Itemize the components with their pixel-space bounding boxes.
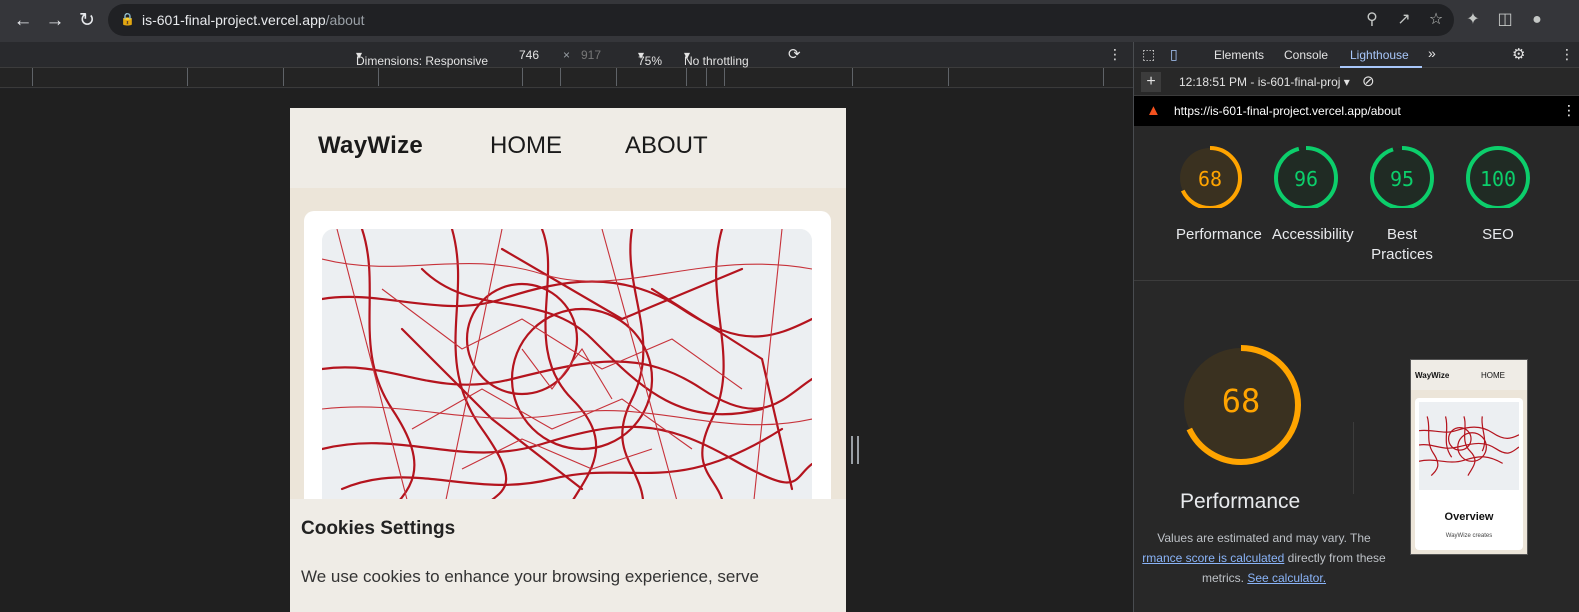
report-url-bar: ▲ https://is-601-final-project.vercel.ap… xyxy=(1134,96,1579,126)
throttling-label: No throttling xyxy=(684,54,749,68)
height-input[interactable]: 917 xyxy=(581,48,601,62)
desc-line-1: Values are estimated and may vary. The xyxy=(1157,531,1371,545)
clear-icon[interactable]: ⊘ xyxy=(1362,72,1375,90)
devtools-tabbar: ⬚ ▯ Elements Console Lighthouse » ⚙ ⋮ xyxy=(1134,42,1579,68)
resize-handle[interactable] xyxy=(851,436,859,464)
side-panel-icon[interactable]: ◫ xyxy=(1493,8,1517,32)
device-toolbar: Dimensions: Responsive ▾ 746 × 917 75% ▾… xyxy=(0,42,1133,68)
nav-home-link[interactable]: HOME xyxy=(490,132,562,160)
score-calculated-link[interactable]: rmance score is calculated xyxy=(1142,551,1284,565)
score-gauge-best-practices[interactable]: 95 Best Practices xyxy=(1354,138,1450,265)
report-url[interactable]: https://is-601-final-project.vercel.app/… xyxy=(1174,104,1401,118)
score-label: Accessibility xyxy=(1272,226,1354,243)
url-host: is-601-final-project.vercel.app xyxy=(142,12,326,28)
nav-about-link[interactable]: ABOUT xyxy=(625,132,708,160)
site-header: WayWize HOME ABOUT xyxy=(290,108,846,188)
thumb-map-image xyxy=(1419,402,1519,490)
url-path: /about xyxy=(325,12,365,28)
settings-gear-icon[interactable]: ⚙ xyxy=(1512,45,1525,63)
devtools-menu-icon[interactable]: ⋮ xyxy=(1560,46,1574,63)
arrow-right-icon: → xyxy=(45,10,65,31)
share-icon[interactable]: ↗ xyxy=(1392,8,1416,32)
report-time: 12:18:51 PM - is-601-final-proj xyxy=(1179,75,1341,89)
new-report-icon[interactable]: + xyxy=(1141,72,1161,92)
url-text[interactable]: is-601-final-project.vercel.app/about xyxy=(142,12,365,28)
cookie-banner: Cookies Settings We use cookies to enhan… xyxy=(290,499,846,612)
score-value: 100 xyxy=(1480,167,1516,191)
reload-icon: ↻ xyxy=(79,10,95,31)
inspect-element-icon[interactable]: ⬚ xyxy=(1142,46,1155,63)
tab-elements[interactable]: Elements xyxy=(1214,48,1264,62)
rotate-icon[interactable]: ⟳ xyxy=(788,45,801,63)
score-value: 95 xyxy=(1390,167,1414,191)
score-value: 96 xyxy=(1294,167,1318,191)
zoom-label: 75% xyxy=(638,54,663,68)
lighthouse-toolbar: + 12:18:51 PM - is-601-final-proj ▾ ⊘ xyxy=(1134,68,1579,96)
browser-toolbar: ← → ↻ 🔒 is-601-final-project.vercel.app/… xyxy=(0,0,1579,42)
thumb-heading: Overview xyxy=(1444,511,1494,523)
back-button[interactable]: ← xyxy=(10,8,36,34)
zoom-dropdown[interactable]: 75% ▾ xyxy=(638,48,662,68)
devtools-panel: ⬚ ▯ Elements Console Lighthouse » ⚙ ⋮ + … xyxy=(1133,42,1579,612)
vertical-divider xyxy=(1353,422,1354,494)
score-gauges: 68 Performance 96 Accessibility 95 Best Pract… xyxy=(1134,138,1579,278)
big-score-value: 68 xyxy=(1221,382,1261,420)
report-selector[interactable]: 12:18:51 PM - is-601-final-proj ▾ xyxy=(1179,75,1350,89)
times-symbol: × xyxy=(563,48,571,62)
score-label: Performance xyxy=(1176,226,1262,243)
media-query-ruler[interactable] xyxy=(0,68,1133,88)
more-tabs-icon[interactable]: » xyxy=(1428,45,1436,61)
performance-big-gauge[interactable]: 68 xyxy=(1180,344,1302,466)
dimensions-dropdown[interactable]: Dimensions: Responsive ▾ xyxy=(356,48,488,68)
desc-line-2: directly from these xyxy=(1284,551,1386,565)
score-value: 68 xyxy=(1198,167,1222,191)
device-toggle-icon[interactable]: ▯ xyxy=(1170,46,1178,63)
cookie-title: Cookies Settings xyxy=(301,518,456,539)
lighthouse-logo-icon: ▲ xyxy=(1146,102,1161,119)
extensions-icon[interactable]: ✦ xyxy=(1461,8,1485,32)
zoom-icon[interactable]: ⚲ xyxy=(1360,8,1384,32)
performance-description: Values are estimated and may vary. The r… xyxy=(1134,528,1394,588)
arrow-left-icon: ← xyxy=(13,10,33,31)
width-input[interactable]: 746 xyxy=(519,48,539,62)
throttling-dropdown[interactable]: No throttling ▾ xyxy=(684,48,749,68)
performance-heading: Performance xyxy=(1180,490,1301,513)
forward-button[interactable]: → xyxy=(42,8,68,34)
dimensions-label: Dimensions: Responsive xyxy=(356,54,489,68)
thumb-text: WayWize creates xyxy=(1445,533,1493,539)
address-bar[interactable]: 🔒 is-601-final-project.vercel.app/about … xyxy=(108,4,1454,36)
profile-icon[interactable]: ● xyxy=(1525,8,1549,32)
reload-button[interactable]: ↻ xyxy=(74,8,100,34)
tab-lighthouse[interactable]: Lighthouse xyxy=(1350,48,1409,62)
page-screenshot-thumbnail[interactable]: WayWize HOME Overview WayWize creates xyxy=(1410,359,1528,555)
section-divider xyxy=(1134,280,1579,281)
score-gauge-seo[interactable]: 100 SEO xyxy=(1450,138,1546,245)
score-label: SEO xyxy=(1482,226,1514,243)
bookmark-star-icon[interactable]: ☆ xyxy=(1424,8,1448,32)
tab-console[interactable]: Console xyxy=(1284,48,1328,62)
more-options-icon[interactable]: ⋮ xyxy=(1108,46,1122,63)
city-map-image xyxy=(322,229,812,519)
thumb-logo: WayWize xyxy=(1415,371,1450,380)
cookie-text: We use cookies to enhance your browsing … xyxy=(301,567,759,586)
report-menu-icon[interactable]: ⋮ xyxy=(1562,102,1576,119)
desc-line-3: metrics. xyxy=(1201,571,1248,585)
lock-icon: 🔒 xyxy=(120,12,135,26)
see-calculator-link[interactable]: See calculator. xyxy=(1247,571,1326,585)
score-gauge-accessibility[interactable]: 96 Accessibility xyxy=(1258,138,1354,245)
thumb-nav: HOME xyxy=(1481,371,1505,380)
score-label: Best Practices xyxy=(1371,226,1433,263)
emulated-page: WayWize HOME ABOUT Cookies Settings We u… xyxy=(290,108,846,612)
score-gauge-performance[interactable]: 68 Performance xyxy=(1162,138,1262,245)
site-logo[interactable]: WayWize xyxy=(318,132,423,160)
